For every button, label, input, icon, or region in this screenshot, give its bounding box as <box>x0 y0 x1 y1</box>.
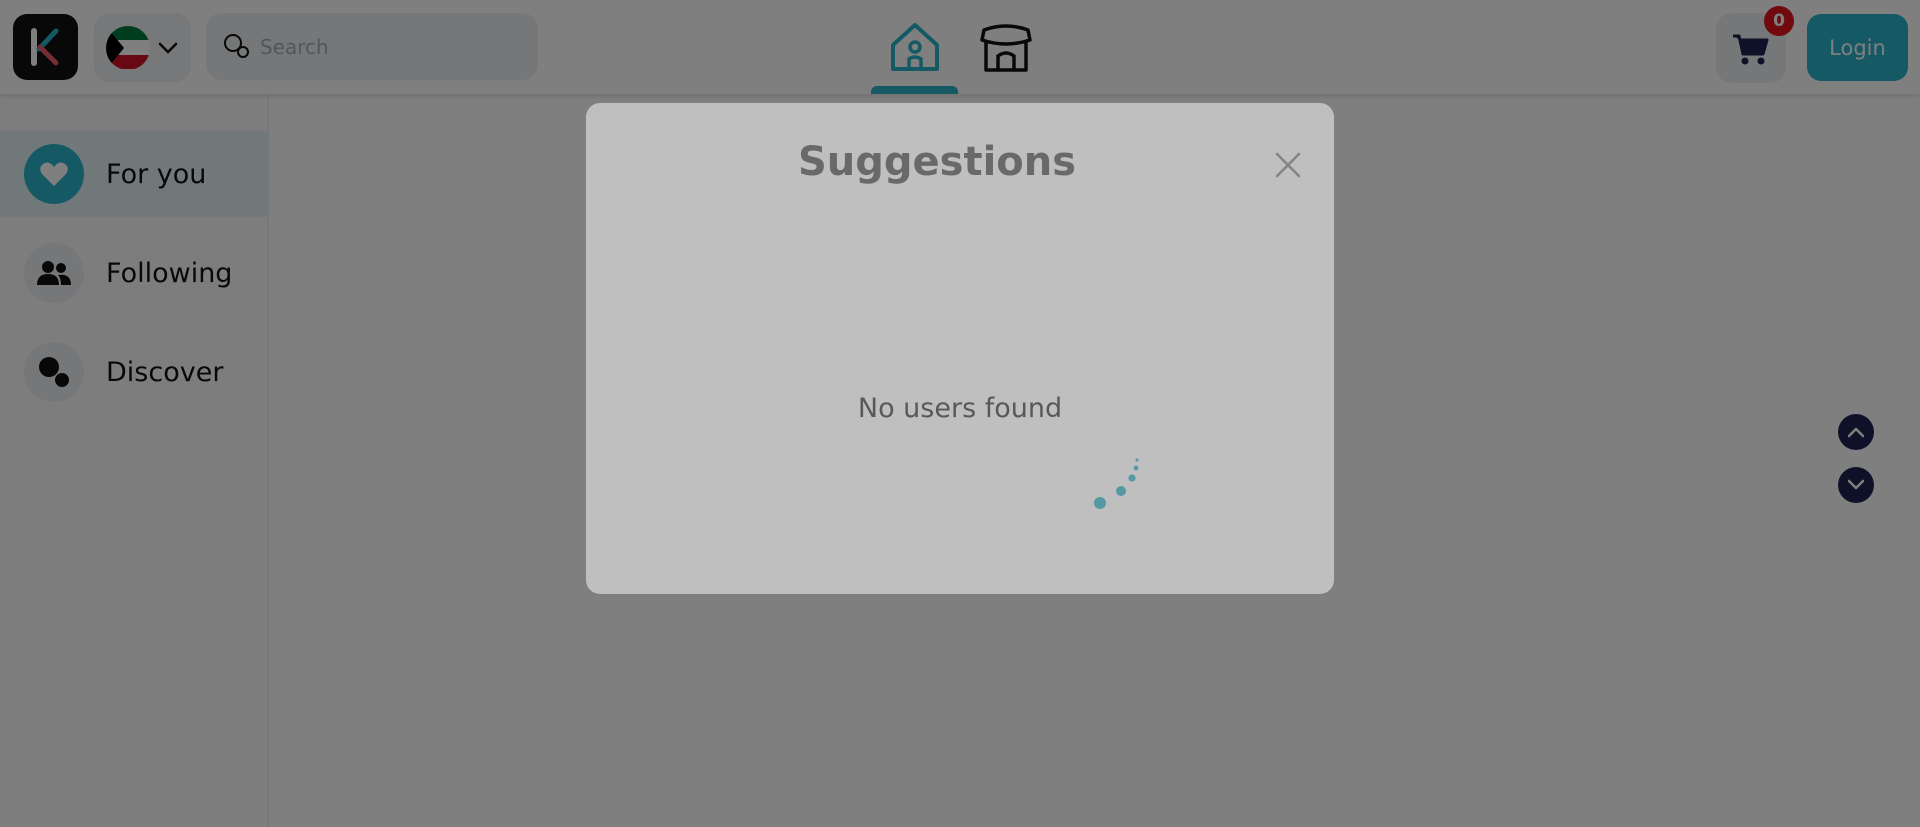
modal-close-button[interactable] <box>1268 145 1308 185</box>
suggestions-modal: Suggestions No users found <box>586 103 1334 594</box>
modal-title: Suggestions <box>797 139 1077 185</box>
loading-spinner-icon <box>1094 458 1139 509</box>
empty-state-text: No users found <box>857 393 1063 424</box>
close-icon <box>1275 152 1301 178</box>
